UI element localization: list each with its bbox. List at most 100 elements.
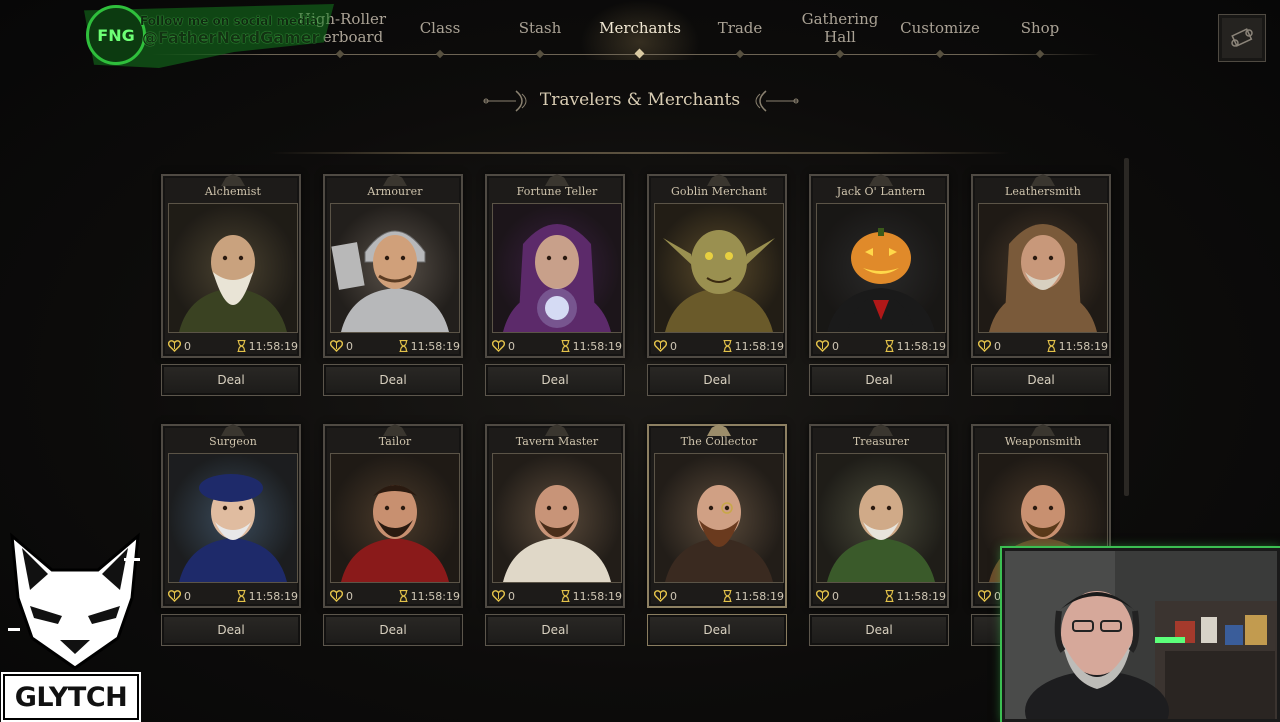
nav-divider: [150, 54, 1100, 55]
merchant-stats: 0 11:58:19: [168, 585, 298, 607]
heart-icon: [168, 340, 181, 352]
affinity-value: 0: [508, 589, 515, 603]
timer-value: 11:58:19: [248, 339, 298, 353]
merchant-card[interactable]: Goblin Merchant 0 11:58:19 Deal: [647, 168, 787, 396]
social-line1: Follow me on social media: [140, 14, 318, 28]
merchant-frame[interactable]: Leathersmith 0 11:58:19: [971, 174, 1111, 358]
merchant-card[interactable]: Fortune Teller 0 11:58:19 Deal: [485, 168, 625, 396]
affinity-value: 0: [832, 339, 839, 353]
timer-value: 11:58:19: [1058, 339, 1108, 353]
refresh-timer: 11:58:19: [561, 340, 622, 353]
merchant-name: Tavern Master: [515, 435, 599, 448]
affinity-value: 0: [994, 339, 1001, 353]
merchant-stats: 0 11:58:19: [168, 335, 298, 357]
merchant-portrait[interactable]: [816, 453, 946, 583]
merchant-portrait[interactable]: [816, 203, 946, 333]
merchant-portrait[interactable]: [330, 453, 460, 583]
merchant-frame[interactable]: Goblin Merchant 0 11:58:19: [647, 174, 787, 358]
merchant-portrait[interactable]: [978, 203, 1108, 333]
scroll-menu-button[interactable]: [1218, 14, 1266, 62]
merchant-portrait[interactable]: [654, 203, 784, 333]
refresh-timer: 11:58:19: [399, 590, 460, 603]
merchant-card[interactable]: Tailor 0 11:58:19 Deal: [323, 418, 463, 646]
merchant-portrait[interactable]: [330, 203, 460, 333]
heart-icon: [330, 340, 343, 352]
refresh-timer: 11:58:19: [885, 590, 946, 603]
merchant-portrait[interactable]: [492, 453, 622, 583]
tab-label: Merchants: [599, 19, 681, 37]
deal-button[interactable]: Deal: [485, 364, 625, 396]
tab-label-line2: Hall: [824, 28, 856, 46]
tab-gathering-hall[interactable]: Gathering Hall: [785, 8, 895, 48]
deal-button[interactable]: Deal: [323, 364, 463, 396]
merchant-name: Treasurer: [852, 435, 910, 448]
deal-button[interactable]: Deal: [971, 364, 1111, 396]
merchant-card[interactable]: Surgeon 0 11:58:19 Deal: [161, 418, 301, 646]
refresh-timer: 11:58:19: [723, 590, 784, 603]
webcam-feed: [1002, 548, 1280, 722]
merchant-card[interactable]: The Collector 0 11:58:19 Deal: [647, 418, 787, 646]
merchant-frame[interactable]: Tailor 0 11:58:19: [323, 424, 463, 608]
heart-icon: [492, 340, 505, 352]
merchant-frame[interactable]: Fortune Teller 0 11:58:19: [485, 174, 625, 358]
timer-value: 11:58:19: [734, 589, 784, 603]
heart-icon: [492, 590, 505, 602]
merchant-stats: 0 11:58:19: [654, 335, 784, 357]
deal-button[interactable]: Deal: [809, 614, 949, 646]
merchant-frame[interactable]: Tavern Master 0 11:58:19: [485, 424, 625, 608]
tab-label: Trade: [717, 19, 763, 37]
merchant-frame[interactable]: The Collector 0 11:58:19: [647, 424, 787, 608]
refresh-timer: 11:58:19: [237, 590, 298, 603]
tab-marker: [835, 49, 845, 59]
heart-icon: [978, 340, 991, 352]
tab-class[interactable]: Class: [385, 8, 495, 48]
tab-shop[interactable]: Shop: [985, 8, 1095, 48]
hourglass-icon: [723, 340, 732, 352]
deal-button[interactable]: Deal: [161, 364, 301, 396]
merchant-stats: 0 11:58:19: [654, 585, 784, 607]
merchant-card[interactable]: Leathersmith 0 11:58:19 Deal: [971, 168, 1111, 396]
affinity-value: 0: [670, 589, 677, 603]
tab-marker: [735, 49, 745, 59]
deal-button[interactable]: Deal: [323, 614, 463, 646]
tab-label: Customize: [900, 19, 980, 37]
timer-value: 11:58:19: [734, 339, 784, 353]
social-handle: @FatherNerdGamer: [142, 28, 320, 47]
merchant-card[interactable]: Armourer 0 11:58:19 Deal: [323, 168, 463, 396]
merchant-card[interactable]: Jack O' Lantern 0 11:58:19 Deal: [809, 168, 949, 396]
tab-label: Class: [419, 19, 461, 37]
merchant-portrait[interactable]: [168, 453, 298, 583]
affinity-stat: 0: [492, 590, 515, 603]
tab-trade[interactable]: Trade: [685, 8, 795, 48]
merchant-card[interactable]: Treasurer 0 11:58:19 Deal: [809, 418, 949, 646]
merchant-portrait[interactable]: [654, 453, 784, 583]
deal-button[interactable]: Deal: [647, 364, 787, 396]
merchant-frame[interactable]: Treasurer 0 11:58:19: [809, 424, 949, 608]
deal-button[interactable]: Deal: [485, 614, 625, 646]
deal-button[interactable]: Deal: [809, 364, 949, 396]
tab-merchants[interactable]: Merchants: [585, 8, 695, 48]
merchant-portrait[interactable]: [168, 203, 298, 333]
merchant-list-scrollbar[interactable]: [1124, 158, 1129, 496]
affinity-stat: 0: [978, 340, 1001, 353]
deal-button[interactable]: Deal: [161, 614, 301, 646]
hourglass-icon: [237, 340, 246, 352]
title-divider: [270, 152, 1010, 154]
affinity-value: 0: [994, 589, 1001, 603]
merchant-frame[interactable]: Surgeon 0 11:58:19: [161, 424, 301, 608]
tab-customize[interactable]: Customize: [885, 8, 995, 48]
hourglass-icon: [723, 590, 732, 602]
refresh-timer: 11:58:19: [1047, 340, 1108, 353]
merchant-card[interactable]: Tavern Master 0 11:58:19 Deal: [485, 418, 625, 646]
merchant-portrait[interactable]: [492, 203, 622, 333]
deal-button[interactable]: Deal: [647, 614, 787, 646]
webcam-image: [1005, 551, 1277, 719]
merchant-frame[interactable]: Armourer 0 11:58:19: [323, 174, 463, 358]
tab-label-line1: Gathering: [801, 10, 879, 28]
merchant-card[interactable]: Alchemist 0 11:58:19 Deal: [161, 168, 301, 396]
tab-stash[interactable]: Stash: [485, 8, 595, 48]
merchant-frame[interactable]: Alchemist 0 11:58:19: [161, 174, 301, 358]
merchant-stats: 0 11:58:19: [492, 335, 622, 357]
merchant-frame[interactable]: Jack O' Lantern 0 11:58:19: [809, 174, 949, 358]
affinity-stat: 0: [492, 340, 515, 353]
